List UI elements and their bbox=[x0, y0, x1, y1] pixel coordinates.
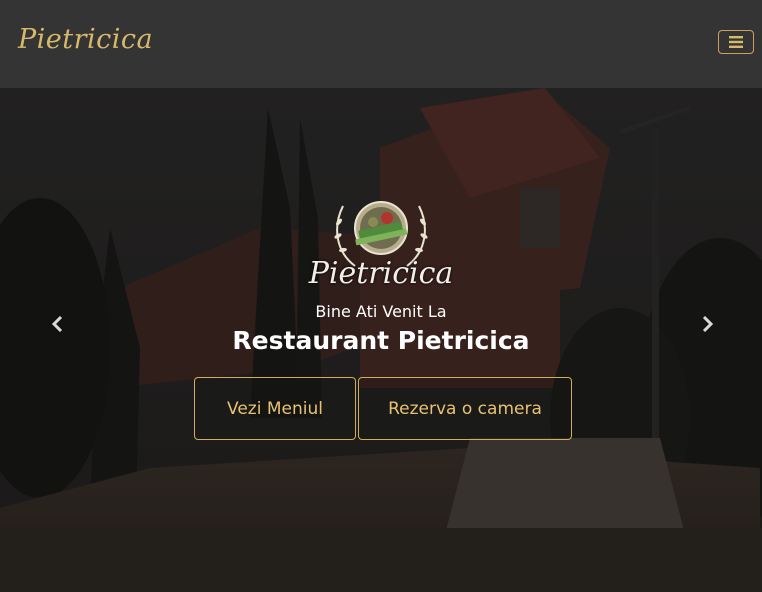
hero-title: Restaurant Pietricica bbox=[232, 326, 530, 355]
navbar-toggler-button[interactable] bbox=[718, 30, 754, 54]
hamburger-icon bbox=[729, 36, 743, 48]
hero-carousel: Pietricica Bine Ati Venit La Restaurant … bbox=[0, 88, 762, 592]
book-room-button[interactable]: Rezerva o camera bbox=[358, 377, 572, 440]
hero-welcome-text: Bine Ati Venit La bbox=[315, 302, 447, 321]
brand-logo[interactable]: Pietricica bbox=[18, 20, 153, 60]
page: Pietricica Pietricica Bine Ati Venit La … bbox=[0, 0, 762, 592]
view-menu-button[interactable]: Vezi Meniul bbox=[194, 377, 356, 440]
hero-logo-text: Pietricica bbox=[308, 256, 454, 291]
navbar: Pietricica bbox=[0, 0, 762, 88]
